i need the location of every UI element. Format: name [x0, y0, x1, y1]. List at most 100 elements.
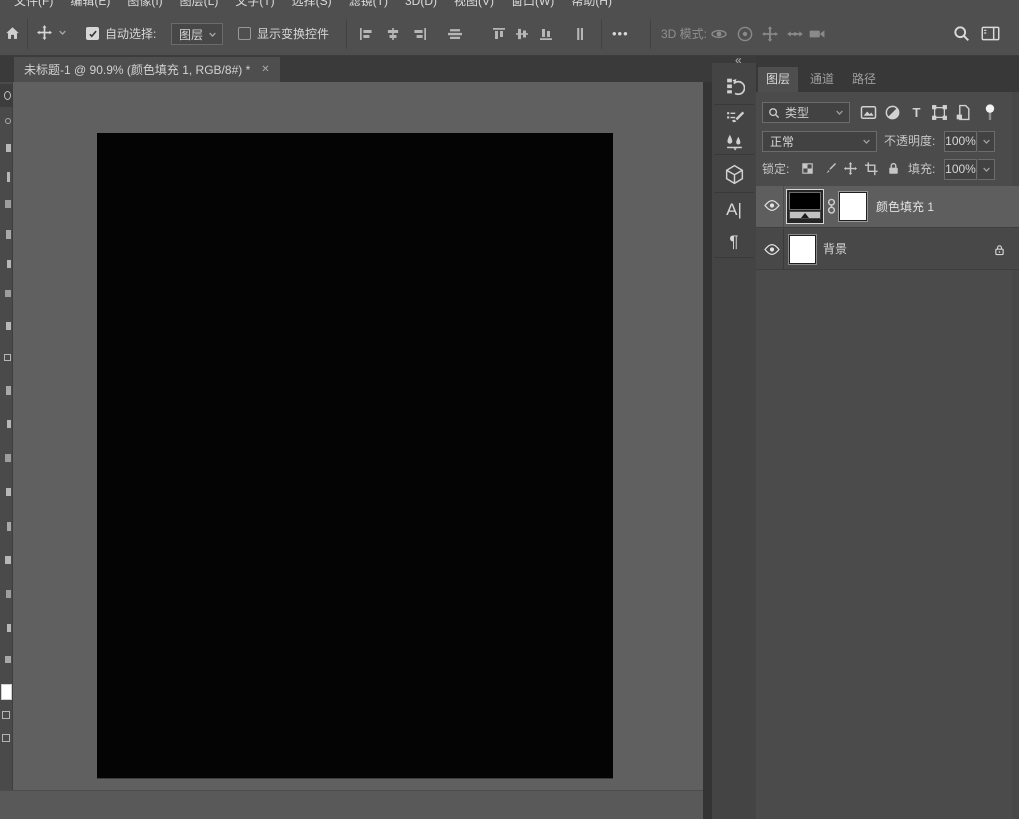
opacity-dropdown-icon[interactable] — [978, 131, 995, 152]
opacity-label: 不透明度: — [884, 131, 935, 152]
tool-icon-fragment — [6, 230, 11, 239]
tool-icon-fragment — [5, 290, 11, 297]
filter-pixel-layers-icon[interactable] — [860, 104, 877, 121]
menu-file[interactable]: 文件(F) — [14, 0, 53, 11]
menu-help[interactable]: 帮助(H) — [571, 0, 612, 11]
tool-icon-fragment — [6, 144, 11, 152]
foreground-color-swatch[interactable] — [1, 684, 12, 700]
menu-select[interactable]: 选择(S) — [292, 0, 332, 11]
menu-edit[interactable]: 编辑(E) — [70, 0, 110, 11]
photoshop-window: 文件(F) 编辑(E) 图像(I) 图层(L) 文字(T) 选择(S) 滤镜(T… — [0, 0, 1019, 819]
lock-pixels-icon[interactable] — [822, 161, 837, 176]
3d-camera-icon[interactable] — [808, 25, 826, 43]
layer-row-background[interactable]: 背景 — [756, 229, 1019, 270]
menu-items: 文件(F) 编辑(E) 图像(I) 图层(L) 文字(T) 选择(S) 滤镜(T… — [0, 0, 1019, 11]
layers-panel-content: 类型 T 正常 不透明度: — [756, 92, 1019, 819]
separator — [601, 19, 602, 49]
layer-row-color-fill[interactable]: 颜色填充 1 — [756, 186, 1019, 228]
home-icon[interactable] — [4, 25, 21, 42]
menu-type[interactable]: 文字(T) — [235, 0, 274, 11]
mode-3d-label: 3D 模式: — [661, 11, 707, 56]
align-horizontal-centers-icon[interactable] — [385, 26, 401, 42]
filter-shape-layers-icon[interactable] — [931, 104, 948, 121]
lock-position-icon[interactable] — [843, 161, 858, 176]
layers-panel: 图层 通道 路径 类型 T — [756, 56, 1019, 819]
layer-name[interactable]: 颜色填充 1 — [876, 186, 934, 228]
tool-icon-fragment — [7, 420, 11, 428]
align-left-icon[interactable] — [358, 26, 374, 42]
auto-select-target-dropdown[interactable]: 图层 — [171, 23, 223, 45]
separator — [714, 154, 754, 155]
document-tab[interactable]: 未标题-1 @ 90.9% (颜色填充 1, RGB/8#) * ✕ — [14, 57, 280, 82]
menu-image[interactable]: 图像(I) — [127, 0, 162, 11]
align-top-icon[interactable] — [491, 26, 507, 42]
tab-paths[interactable]: 路径 — [844, 67, 884, 92]
filter-adjustment-layers-icon[interactable] — [884, 104, 901, 121]
tab-close-icon[interactable]: ✕ — [261, 64, 269, 75]
lock-label: 锁定: — [762, 159, 789, 180]
auto-select-checkbox[interactable] — [86, 27, 99, 40]
workspace-switcher-icon[interactable] — [981, 25, 1000, 42]
fill-layer-thumbnail[interactable] — [786, 189, 824, 224]
separator — [714, 192, 754, 193]
tool-icon-fragment — [4, 91, 11, 100]
menu-window[interactable]: 窗口(W) — [511, 0, 554, 11]
lock-artboard-icon[interactable] — [864, 161, 879, 176]
3d-slide-icon[interactable] — [786, 25, 804, 43]
filter-toggle-pin-icon[interactable] — [983, 104, 1000, 121]
menu-filter[interactable]: 滤镜(T) — [349, 0, 388, 11]
status-bar — [0, 790, 703, 819]
3d-orbit-icon[interactable] — [710, 25, 728, 43]
filter-smart-objects-icon[interactable] — [955, 104, 972, 121]
align-vertical-centers-icon[interactable] — [447, 26, 463, 42]
document-tab-title: 未标题-1 @ 90.9% (颜色填充 1, RGB/8#) * — [24, 61, 250, 78]
tool-icon-fragment — [2, 711, 10, 719]
background-layer-thumbnail[interactable] — [789, 235, 816, 264]
mask-link-icon[interactable] — [826, 197, 837, 216]
layer-name[interactable]: 背景 — [823, 229, 847, 270]
tab-channels[interactable]: 通道 — [802, 67, 842, 92]
menu-view[interactable]: 视图(V) — [454, 0, 494, 11]
3d-pan-icon[interactable] — [761, 25, 779, 43]
tool-icon-fragment — [6, 590, 11, 598]
filter-type-layers-icon[interactable]: T — [908, 104, 925, 121]
move-tool-preset-button[interactable] — [36, 24, 67, 41]
lock-all-icon[interactable] — [886, 161, 901, 176]
brushes-panel-icon[interactable] — [712, 130, 756, 154]
layer-filter-value: 类型 — [785, 104, 809, 121]
3d-roll-icon[interactable] — [736, 25, 754, 43]
layer-mask-thumbnail[interactable] — [839, 192, 867, 221]
tab-layers[interactable]: 图层 — [758, 67, 798, 92]
distribute-vertical-icon[interactable] — [572, 26, 588, 42]
move-tool-icon — [36, 24, 53, 41]
visibility-eye-icon[interactable] — [764, 243, 780, 255]
document-canvas[interactable] — [97, 133, 613, 778]
more-options-button[interactable]: ••• — [612, 11, 629, 56]
blend-mode-dropdown[interactable]: 正常 — [762, 131, 877, 152]
search-icon[interactable] — [953, 25, 970, 42]
opacity-value[interactable]: 100% — [944, 131, 977, 152]
align-bottom-icon[interactable] — [538, 26, 554, 42]
menu-layer[interactable]: 图层(L) — [180, 0, 219, 11]
brush-settings-panel-icon[interactable] — [712, 106, 756, 130]
tool-icon-fragment — [6, 488, 11, 496]
tools-panel-sliver[interactable] — [0, 82, 13, 790]
chevron-down-icon — [835, 108, 844, 117]
lock-transparency-icon[interactable] — [800, 161, 815, 176]
layer-filter-dropdown[interactable]: 类型 — [762, 102, 850, 123]
3d-panel-icon[interactable] — [712, 156, 756, 192]
tool-icon-fragment — [6, 386, 11, 395]
auto-select-target-value: 图层 — [179, 26, 203, 43]
visibility-eye-icon[interactable] — [764, 199, 780, 211]
fill-color-swatch — [789, 192, 821, 210]
align-right-icon[interactable] — [412, 26, 428, 42]
history-panel-icon[interactable] — [712, 66, 756, 104]
paragraph-panel-icon[interactable]: ¶ — [712, 226, 756, 257]
align-middle-icon[interactable] — [514, 26, 530, 42]
fill-value[interactable]: 100% — [944, 159, 977, 180]
show-transform-checkbox[interactable] — [238, 27, 251, 40]
fill-dropdown-icon[interactable] — [978, 159, 995, 180]
character-panel-icon[interactable]: A| — [712, 194, 756, 226]
menu-3d[interactable]: 3D(D) — [405, 0, 437, 11]
tool-icon-fragment — [7, 260, 11, 268]
